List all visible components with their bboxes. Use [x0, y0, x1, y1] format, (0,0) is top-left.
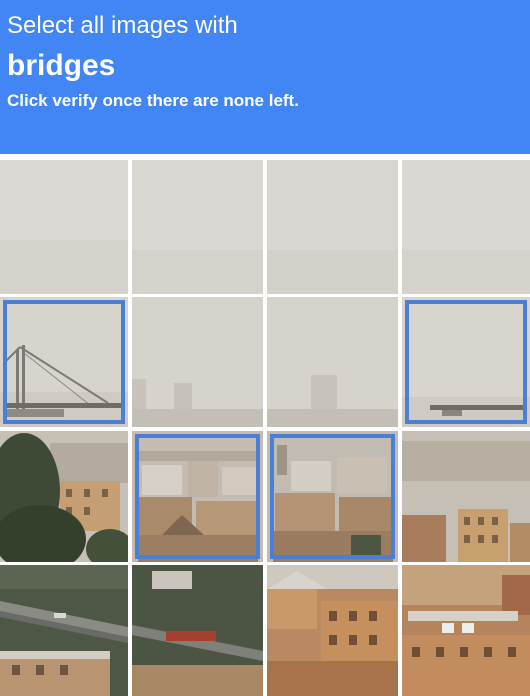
- image-tile-r1c4[interactable]: [402, 160, 530, 294]
- viaduct-road-image: [132, 565, 263, 696]
- rooftops-image: [267, 431, 398, 562]
- orange-buildings-image: [267, 565, 398, 696]
- bridge-pylon-image: [0, 297, 128, 427]
- image-tile-r2c1[interactable]: [0, 297, 128, 427]
- bridge-deck-image: [402, 297, 530, 427]
- image-tile-r1c2[interactable]: [132, 160, 263, 294]
- image-tile-r3c2[interactable]: [132, 431, 263, 562]
- image-tile-r2c3[interactable]: [267, 297, 398, 427]
- challenge-instruction: Click verify once there are none left.: [7, 91, 299, 110]
- trees-and-buildings-image: [0, 431, 128, 562]
- image-tile-r2c2[interactable]: [132, 297, 263, 427]
- hazy-sky-image: [0, 160, 128, 294]
- rooftops-image: [132, 431, 263, 562]
- image-tile-r4c1[interactable]: [0, 565, 128, 696]
- hazy-skyline-image: [267, 297, 398, 427]
- hazy-sky-image: [132, 160, 263, 294]
- image-tile-r2c4[interactable]: [402, 297, 530, 427]
- image-grid: [0, 160, 530, 696]
- city-buildings-image: [402, 431, 530, 562]
- image-tile-r3c4[interactable]: [402, 431, 530, 562]
- image-tile-r3c3[interactable]: [267, 431, 398, 562]
- hazy-sky-image: [267, 160, 398, 294]
- image-tile-r4c2[interactable]: [132, 565, 263, 696]
- hazy-skyline-image: [132, 297, 263, 427]
- image-tile-r1c3[interactable]: [267, 160, 398, 294]
- challenge-target-word: bridges: [7, 49, 116, 82]
- hazy-sky-image: [402, 160, 530, 294]
- image-tile-r4c3[interactable]: [267, 565, 398, 696]
- challenge-prompt: Select all images with: [7, 12, 238, 39]
- challenge-header: Select all images with bridges Click ver…: [0, 0, 530, 154]
- image-tile-r1c1[interactable]: [0, 160, 128, 294]
- orange-buildings-image: [402, 565, 530, 696]
- image-tile-r4c4[interactable]: [402, 565, 530, 696]
- viaduct-road-image: [0, 565, 128, 696]
- image-tile-r3c1[interactable]: [0, 431, 128, 562]
